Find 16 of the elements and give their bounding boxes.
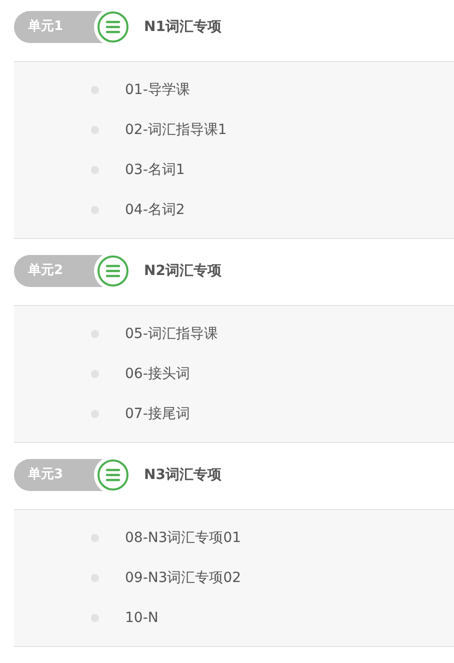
- menu-icon[interactable]: [97, 255, 129, 287]
- lesson-link[interactable]: 06-接头词: [125, 364, 190, 384]
- unit-title: N1词汇专项: [144, 18, 222, 36]
- unit-title: N3词汇专项: [144, 466, 222, 484]
- menu-icon[interactable]: [97, 11, 129, 43]
- menu-icon[interactable]: [97, 459, 129, 491]
- lesson-link[interactable]: 10-N: [125, 608, 158, 628]
- lesson-link[interactable]: 08-N3词汇专项01: [125, 528, 242, 548]
- lesson-link[interactable]: 03-名词1: [125, 160, 185, 180]
- unit-title: N2词汇专项: [144, 262, 222, 280]
- lesson-link[interactable]: 05-词汇指导课: [125, 324, 218, 344]
- lesson-link[interactable]: 09-N3词汇专项02: [125, 568, 242, 588]
- lesson-link[interactable]: 04-名词2: [125, 200, 185, 220]
- lesson-link[interactable]: 01-导学课: [125, 80, 190, 100]
- lesson-link[interactable]: 02-词汇指导课1: [125, 120, 227, 140]
- lesson-link[interactable]: 07-接尾词: [125, 404, 190, 424]
